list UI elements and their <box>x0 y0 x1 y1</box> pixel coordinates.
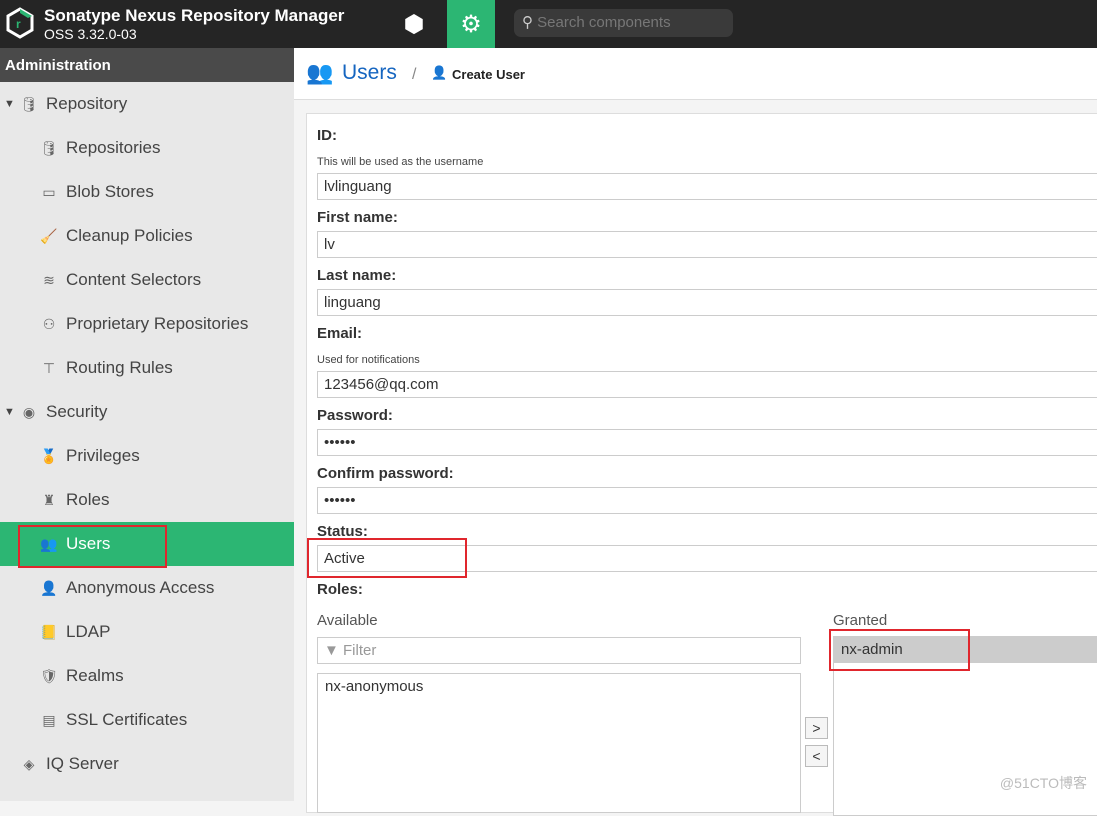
broom-icon: 🧹 <box>40 227 58 244</box>
watermark: @51CTO博客 <box>999 775 1087 791</box>
sidebar-item-iq-server[interactable]: ◈ IQ Server <box>0 742 294 786</box>
sidebar-item-label: Proprietary Repositories <box>66 314 249 333</box>
breadcrumb-separator: / <box>412 66 417 83</box>
sidebar-item-blob-stores[interactable]: ▭ Blob Stores <box>0 170 294 214</box>
iq-icon: ◈ <box>23 755 35 772</box>
sidebar-item-label: Security <box>46 402 108 421</box>
confirm-password-label: Confirm password: <box>317 465 454 482</box>
sidebar-item-cleanup-policies[interactable]: 🧹 Cleanup Policies <box>0 214 294 258</box>
add-role-button[interactable]: > <box>805 717 828 739</box>
expand-arrow-icon[interactable]: ▼ <box>4 98 18 110</box>
highlight-box <box>307 538 467 578</box>
sidebar-item-label: Anonymous Access <box>66 578 215 597</box>
sidebar-heading: Administration <box>0 48 294 82</box>
filter-input[interactable]: ▼ Filter <box>317 637 801 664</box>
top-bar: r Sonatype Nexus Repository Manager OSS … <box>0 0 1097 48</box>
granted-label: Granted <box>833 612 888 629</box>
create-user-form: ID: This will be used as the username lv… <box>306 113 1097 816</box>
sidebar-item-realms[interactable]: 🛡 Realms <box>0 654 294 698</box>
sidebar-item-label: Content Selectors <box>66 270 202 289</box>
sidebar-item-label: Routing Rules <box>66 358 173 377</box>
sidebar-item-label: Repositories <box>66 138 161 157</box>
expand-arrow-icon[interactable]: ▼ <box>4 406 18 418</box>
sidebar-item-ldap[interactable]: 📒 LDAP <box>0 610 294 654</box>
filter-icon: ▼ <box>324 642 344 659</box>
sidebar-item-label: Cleanup Policies <box>66 226 193 245</box>
user-icon: 👤 <box>431 65 448 80</box>
sidebar-item-roles[interactable]: ♜ Roles <box>0 478 294 522</box>
password-label: Password: <box>317 407 393 424</box>
highlight-box <box>829 629 970 671</box>
email-input[interactable]: 123456@qq.com <box>317 371 1097 398</box>
security-icon: ◉ <box>22 403 36 420</box>
sidebar-item-label: Blob Stores <box>66 182 154 201</box>
roles-label: Roles: <box>317 581 363 598</box>
nexus-logo-icon: r <box>6 7 34 39</box>
first-name-input[interactable]: lv <box>317 231 1097 258</box>
user-icon: 👤 <box>40 579 58 596</box>
email-label: Email: <box>317 325 363 342</box>
users-icon: 👥 <box>306 60 334 85</box>
email-help: Used for notifications <box>317 354 420 366</box>
sidebar-item-label: IQ Server <box>46 754 119 773</box>
admin-button[interactable]: ⚙ <box>447 0 495 48</box>
available-roles-list[interactable]: nx-anonymous <box>317 673 801 813</box>
sidebar-item-label: Repository <box>46 94 128 113</box>
cube-icon: ⬢ <box>403 10 425 38</box>
id-input[interactable]: lvlinguang <box>317 173 1097 200</box>
breadcrumb-current: Create User <box>452 67 525 82</box>
browse-button[interactable]: ⬢ <box>390 0 438 48</box>
app-version: OSS 3.32.0-03 <box>44 26 137 42</box>
search-icon: ⚲ <box>522 14 538 31</box>
role-item[interactable]: nx-anonymous <box>325 678 793 695</box>
layers-icon: ≋ <box>43 271 55 288</box>
sidebar-item-ssl-certificates[interactable]: ▤ SSL Certificates <box>0 698 294 742</box>
search-input[interactable]: ⚲ Search components <box>514 9 733 37</box>
breadcrumb: 👥 Users / 👤 Create User <box>294 48 1097 100</box>
certificate-icon: ▤ <box>42 711 56 728</box>
sidebar-item-routing-rules[interactable]: ⊤ Routing Rules <box>0 346 294 390</box>
medal-icon: 🏅 <box>40 447 58 464</box>
sidebar-item-privileges[interactable]: 🏅 Privileges <box>0 434 294 478</box>
sidebar-item-label: SSL Certificates <box>66 710 188 729</box>
app-title: Sonatype Nexus Repository Manager <box>44 6 345 25</box>
gear-icon: ⚙ <box>460 10 482 38</box>
book-icon: 📒 <box>40 623 58 640</box>
sidebar-item-content-selectors[interactable]: ≋ Content Selectors <box>0 258 294 302</box>
sidebar-item-label: Roles <box>66 490 110 509</box>
remove-role-button[interactable]: < <box>805 745 828 767</box>
sidebar-item-label: LDAP <box>66 622 111 641</box>
sidebar-item-anonymous-access[interactable]: 👤 Anonymous Access <box>0 566 294 610</box>
id-label: ID: <box>317 127 337 144</box>
sidebar-item-label: Realms <box>66 666 124 685</box>
sidebar-item-label: Privileges <box>66 446 140 465</box>
breadcrumb-users[interactable]: Users <box>342 61 397 85</box>
available-label: Available <box>317 612 378 629</box>
confirm-password-input[interactable]: •••••• <box>317 487 1097 514</box>
database-icon: 🛢 <box>20 95 38 112</box>
signpost-icon: ⊤ <box>42 359 56 376</box>
svg-text:r: r <box>16 17 21 31</box>
sidebar-item-repositories[interactable]: 🛢 Repositories <box>0 126 294 170</box>
last-name-input[interactable]: linguang <box>317 289 1097 316</box>
drive-icon: ▭ <box>42 183 56 200</box>
sidebar-item-repository[interactable]: ▼ 🛢 Repository <box>0 82 294 126</box>
id-help: This will be used as the username <box>317 156 484 168</box>
proprietary-icon: ⚇ <box>42 315 56 332</box>
sidebar-item-proprietary-repositories[interactable]: ⚇ Proprietary Repositories <box>0 302 294 346</box>
first-name-label: First name: <box>317 209 398 226</box>
password-input[interactable]: •••••• <box>317 429 1097 456</box>
sidebar-item-security[interactable]: ▼ ◉ Security <box>0 390 294 434</box>
highlight-box <box>18 525 167 568</box>
last-name-label: Last name: <box>317 267 397 284</box>
database-icon: 🛢 <box>40 139 58 156</box>
role-icon: ♜ <box>42 491 56 508</box>
sidebar: Administration ▼ 🛢 Repository 🛢 Repositories… <box>0 48 294 801</box>
shield-icon: 🛡 <box>40 667 58 684</box>
